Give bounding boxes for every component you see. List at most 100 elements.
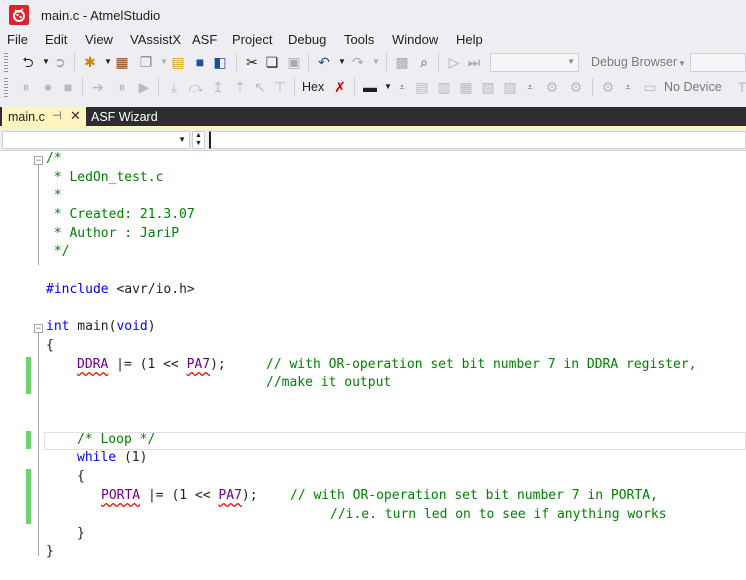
close-paren: ) xyxy=(147,319,156,334)
stop-icon[interactable]: ■ xyxy=(60,79,76,95)
toolbar-separator xyxy=(74,53,75,71)
menu-debug[interactable]: Debug xyxy=(288,32,326,47)
add-file-icon[interactable]: ❐ xyxy=(138,54,154,70)
include-path: <avr/io.h> xyxy=(108,282,195,297)
step-over-icon[interactable]: ⤼ xyxy=(188,79,204,95)
debug-browser-label[interactable]: Debug Browser xyxy=(591,55,677,69)
show-next-statement-icon[interactable]: ➔ xyxy=(90,79,106,95)
paste-icon[interactable]: ▣ xyxy=(286,54,302,70)
menu-help[interactable]: Help xyxy=(456,32,483,47)
disable-breakpoints-icon[interactable]: ✗ xyxy=(332,79,348,95)
start-without-debug-icon[interactable]: ⏭ xyxy=(466,54,482,70)
collapse-icon[interactable]: − xyxy=(34,324,43,333)
processor-icon[interactable]: ▦ xyxy=(458,79,474,95)
change-marker xyxy=(26,431,31,449)
toolbar-separator xyxy=(354,78,355,96)
hex-toggle-button[interactable]: Hex xyxy=(302,80,324,94)
chevron-up-icon[interactable]: ▲ xyxy=(193,132,204,140)
chevron-down-icon[interactable]: ▼ xyxy=(193,140,204,148)
change-marker xyxy=(26,469,31,524)
menu-edit[interactable]: Edit xyxy=(45,32,67,47)
run-to-cursor-icon[interactable]: ↖ xyxy=(252,79,268,95)
close-brace-line: } xyxy=(46,544,54,559)
no-device-label[interactable]: No Device xyxy=(664,80,722,94)
back-icon[interactable]: ⮌ xyxy=(20,54,36,70)
members-dropdown[interactable] xyxy=(209,131,746,149)
pa7-identifier: PA7 xyxy=(186,357,211,372)
step-up-icon[interactable]: ⇡ xyxy=(232,79,248,95)
menu-vassistx[interactable]: VAssistX xyxy=(130,32,181,47)
tab-asf-wizard[interactable]: ASF Wizard xyxy=(88,107,198,126)
menu-window[interactable]: Window xyxy=(392,32,438,47)
toolbar-grip[interactable] xyxy=(4,53,8,72)
chevron-down-icon: ▼ xyxy=(178,135,186,144)
copy-icon[interactable]: ❏ xyxy=(264,54,280,70)
pin-icon[interactable]: ⊣ xyxy=(52,109,62,122)
porta-statement: PORTA |= (1 << PA7); xyxy=(101,487,258,505)
io-view-icon[interactable]: ▧ xyxy=(480,79,496,95)
step-into-icon[interactable]: ⤓ xyxy=(166,79,182,95)
toolbar-grip[interactable] xyxy=(4,78,8,97)
collapse-icon[interactable]: − xyxy=(34,156,43,165)
device-pack-icon[interactable]: ⚙ xyxy=(568,79,584,95)
int-keyword: int xyxy=(46,319,70,334)
ddra-expression-end: ); xyxy=(210,357,226,372)
ddra-expression: |= (1 << xyxy=(108,357,187,372)
chevron-down-icon: ▼ xyxy=(567,57,575,66)
tool-icon[interactable]: T xyxy=(734,79,746,95)
device-programming-icon[interactable]: ⚙ xyxy=(544,79,560,95)
chevron-down-icon[interactable]: ▼ xyxy=(334,54,350,70)
menu-asf[interactable]: ASF xyxy=(192,32,217,47)
chevron-down-icon[interactable]: ▼ xyxy=(678,59,686,68)
overflow-icon[interactable]: ⩡ xyxy=(522,79,538,95)
start-debug-icon[interactable]: ▷ xyxy=(446,54,462,70)
registers-icon[interactable]: ▨ xyxy=(502,79,518,95)
tab-label: ASF Wizard xyxy=(91,110,158,124)
toolbar-separator xyxy=(236,53,237,71)
while-line: while (1) xyxy=(77,449,147,467)
while-keyword: while xyxy=(77,450,117,465)
disassembly-icon[interactable]: ▤ xyxy=(414,79,430,95)
save-icon[interactable]: ■ xyxy=(192,54,208,70)
debug-browser-dropdown[interactable] xyxy=(690,53,746,72)
continue-icon[interactable]: ▶ xyxy=(136,79,152,95)
change-marker xyxy=(26,357,31,394)
menu-project[interactable]: Project xyxy=(232,32,272,47)
undo-icon[interactable]: ↶ xyxy=(316,54,332,70)
redo-icon[interactable]: ↷ xyxy=(350,54,366,70)
menu-tools[interactable]: Tools xyxy=(344,32,374,47)
breakpoint-window-icon[interactable]: ▬ xyxy=(362,79,378,95)
ddra-comment: // with OR-operation set bit number 7 in… xyxy=(266,357,697,372)
chevron-down-icon[interactable]: ▼ xyxy=(368,54,384,70)
split-spinner[interactable]: ▲ ▼ xyxy=(192,131,205,149)
add-item-icon[interactable]: ▦ xyxy=(114,54,130,70)
break-all-icon[interactable]: ⏸ xyxy=(18,79,34,95)
fold-guide xyxy=(38,165,39,265)
main-function-name: main( xyxy=(69,319,117,334)
find-icon[interactable]: ⌕ xyxy=(416,54,432,70)
close-icon[interactable]: ✕ xyxy=(70,108,81,124)
settings-icon[interactable]: ⚙ xyxy=(600,79,616,95)
memory-icon[interactable]: ▥ xyxy=(436,79,452,95)
menu-view[interactable]: View xyxy=(85,32,113,47)
tab-main-c[interactable]: main.c ⊣ ✕ xyxy=(2,107,86,126)
device-icon[interactable]: ▭ xyxy=(642,79,658,95)
forward-icon[interactable]: ➲ xyxy=(52,54,68,70)
overflow-icon[interactable]: ⩡ xyxy=(394,79,410,95)
grid-icon[interactable]: ▩ xyxy=(394,54,410,70)
cut-icon[interactable]: ✂ xyxy=(244,54,260,70)
step-out-icon[interactable]: ↥ xyxy=(210,79,226,95)
stop-debugging-icon[interactable]: ⏺ xyxy=(40,79,56,95)
porta-comment: // with OR-operation set bit number 7 in… xyxy=(290,488,658,503)
reset-icon[interactable]: ⊤ xyxy=(272,79,288,95)
menu-file[interactable]: File xyxy=(7,32,28,47)
pause-icon[interactable]: ⏸ xyxy=(114,79,130,95)
new-project-icon[interactable]: ✱ xyxy=(82,54,98,70)
overflow-icon[interactable]: ⩡ xyxy=(620,79,636,95)
toolbar-separator xyxy=(294,78,295,96)
solution-config-dropdown[interactable]: ▼ xyxy=(490,53,579,72)
types-dropdown[interactable]: ▼ xyxy=(2,131,190,149)
save-all-icon[interactable]: ◧ xyxy=(212,54,228,70)
open-folder-icon[interactable]: ▤ xyxy=(170,54,186,70)
porta-identifier: PORTA xyxy=(101,488,141,503)
